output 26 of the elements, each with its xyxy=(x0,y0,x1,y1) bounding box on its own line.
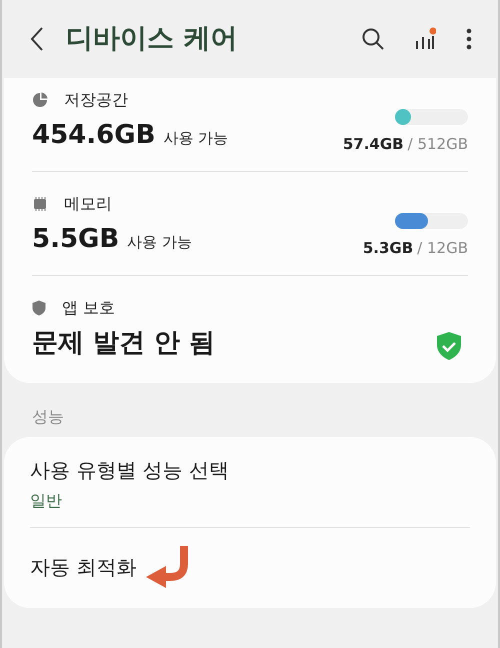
value-text: 5.5GB xyxy=(32,223,120,256)
value-caption: 사용 가능 xyxy=(163,128,228,149)
value-text: 454.6GB xyxy=(32,119,156,152)
value-text: 문제 발견 안 됨 xyxy=(32,327,216,360)
total-amount: / 12GB xyxy=(417,238,468,258)
back-icon[interactable] xyxy=(30,26,44,52)
section-label: 메모리 xyxy=(64,193,112,215)
setting-title: 자동 최적화 xyxy=(30,554,136,581)
section-label: 저장공간 xyxy=(64,89,128,111)
setting-title: 사용 유형별 성능 선택 xyxy=(30,457,230,484)
pie-chart-icon xyxy=(32,92,48,108)
more-icon[interactable] xyxy=(466,28,472,50)
section-label: 앱 보호 xyxy=(62,297,116,319)
search-icon[interactable] xyxy=(362,28,384,50)
page-title: 디바이스 케어 xyxy=(66,22,238,56)
stats-icon[interactable] xyxy=(414,27,436,51)
used-amount: 5.3GB xyxy=(362,238,414,258)
section-header: 성능 xyxy=(31,406,65,428)
setting-value: 일반 xyxy=(30,490,63,512)
shield-icon xyxy=(32,300,46,316)
setting-item[interactable]: 사용 유형별 성능 선택 일반 xyxy=(30,437,470,528)
total-amount: / 512GB xyxy=(408,134,468,154)
chip-icon xyxy=(32,196,48,212)
value-caption: 사용 가능 xyxy=(127,232,192,253)
setting-item[interactable]: 자동 최적화 xyxy=(30,528,470,608)
used-amount: 57.4GB xyxy=(342,134,404,154)
